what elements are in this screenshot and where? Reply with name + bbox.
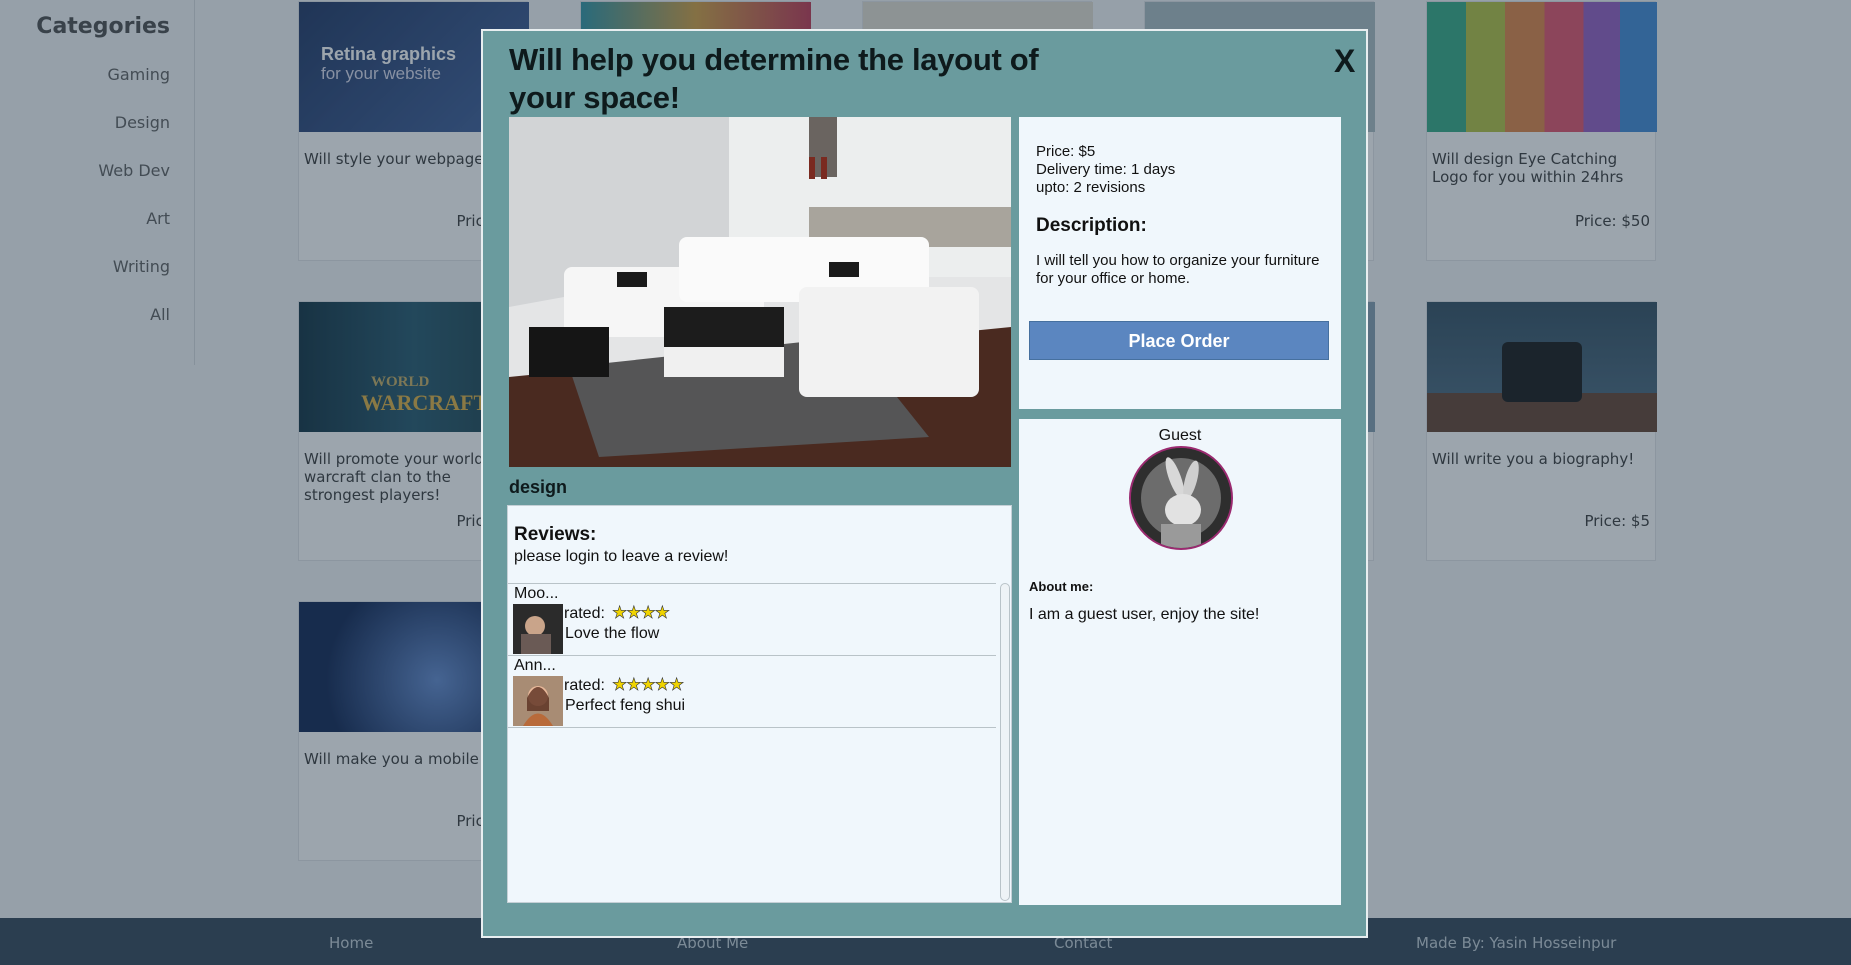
gig-price-text: Price: $5 bbox=[1036, 143, 1096, 160]
sofa-image bbox=[509, 117, 1011, 467]
seller-panel: Guest About me: I am a guest user, enjoy… bbox=[1019, 419, 1341, 905]
about-heading: About me: bbox=[1029, 579, 1094, 594]
place-order-button[interactable]: Place Order bbox=[1029, 321, 1329, 360]
seller-name: Guest bbox=[1158, 427, 1202, 444]
reviewer-name: Moo... bbox=[514, 585, 559, 602]
seller-avatar bbox=[1129, 446, 1233, 550]
gig-detail-modal: Will help you determine the layout of yo… bbox=[481, 29, 1368, 938]
order-info-panel: Price: $5 Delivery time: 1 days upto: 2 … bbox=[1019, 117, 1341, 409]
reviews-panel: Reviews: please login to leave a review!… bbox=[507, 505, 1012, 903]
gig-photo bbox=[509, 117, 1011, 467]
delivery-time: Delivery time: 1 days bbox=[1036, 161, 1176, 178]
about-text: I am a guest user, enjoy the site! bbox=[1029, 606, 1260, 623]
description-text: I will tell you how to organize your fur… bbox=[1036, 252, 1320, 287]
gig-category: design bbox=[509, 477, 568, 497]
revisions-text: upto: 2 revisions bbox=[1036, 179, 1146, 196]
modal-title: Will help you determine the layout of yo… bbox=[509, 42, 1039, 115]
review-text: Perfect feng shui bbox=[565, 697, 686, 714]
star-rating: ★★★★ bbox=[612, 603, 671, 623]
reviewer-name: Ann... bbox=[514, 657, 556, 674]
star-rating: ★★★★★ bbox=[612, 675, 685, 695]
reviewer-avatar bbox=[513, 676, 563, 726]
reviews-heading: Reviews: bbox=[514, 524, 597, 545]
rated-label: rated: bbox=[564, 605, 605, 622]
rated-label: rated: bbox=[564, 677, 605, 694]
reviewer-avatar bbox=[513, 604, 563, 654]
description-heading: Description: bbox=[1036, 215, 1147, 236]
reviews-scrollbar[interactable] bbox=[1000, 583, 1010, 901]
close-button[interactable]: X bbox=[1334, 43, 1355, 80]
review-item: Moo... rated: ★★★★ Love the flow bbox=[508, 584, 996, 656]
reviews-list: Moo... rated: ★★★★ Love the flow Ann... … bbox=[508, 583, 996, 728]
login-note: please login to leave a review! bbox=[514, 548, 729, 565]
review-item: Ann... rated: ★★★★★ Perfect feng shui bbox=[508, 656, 996, 728]
review-text: Love the flow bbox=[565, 625, 660, 642]
